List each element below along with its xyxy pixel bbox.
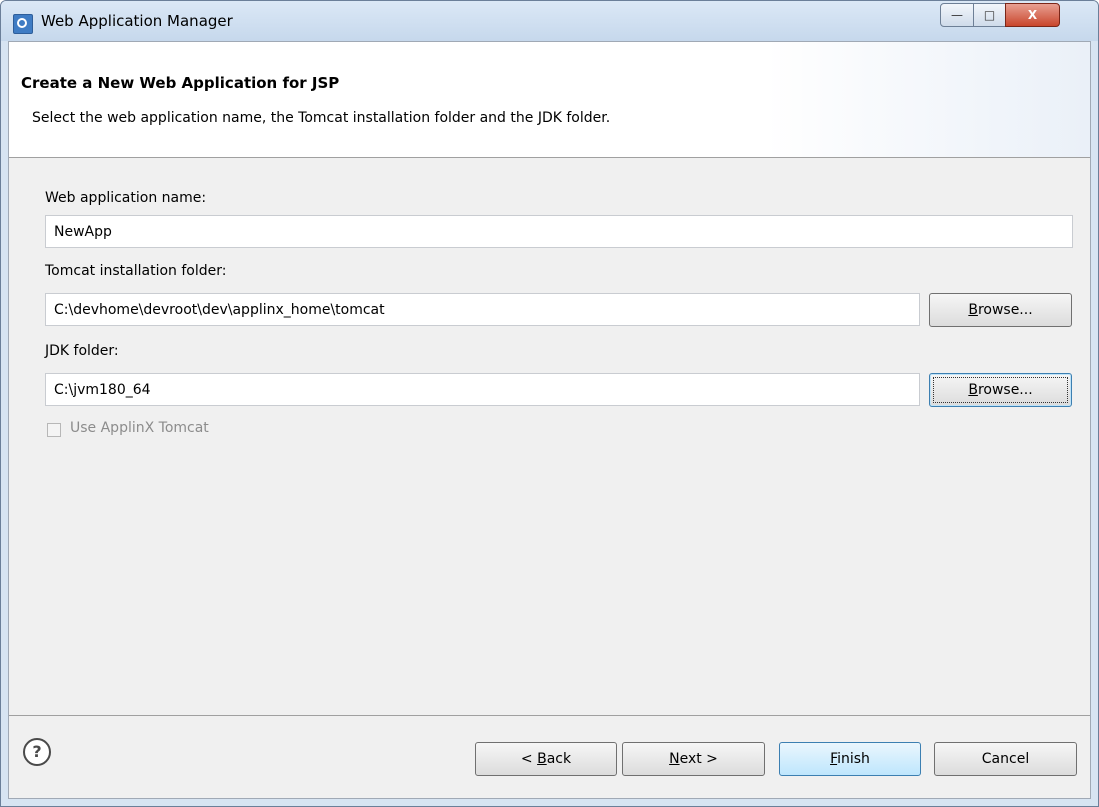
title-bar: Web Application Manager — □ X (1, 1, 1098, 41)
back-button[interactable]: < Back (475, 742, 617, 776)
wizard-header: Create a New Web Application for JSP Sel… (9, 42, 1090, 158)
browse-mnemonic: B (968, 302, 978, 318)
application-window: Web Application Manager — □ X Create a N… (0, 0, 1099, 807)
maximize-icon: □ (983, 8, 996, 22)
tomcat-folder-field[interactable] (45, 293, 920, 326)
finish-button[interactable]: Finish (779, 742, 921, 776)
minimize-button[interactable]: — (940, 3, 974, 27)
tomcat-folder-label: Tomcat installation folder: (45, 263, 227, 279)
minimize-icon: — (951, 8, 963, 22)
tomcat-browse-button[interactable]: Browse... (929, 293, 1072, 327)
window-title: Web Application Manager (41, 12, 233, 30)
browse-label: rowse... (977, 302, 1033, 318)
browse-label: rowse... (977, 382, 1033, 398)
dialog-client-area: Create a New Web Application for JSP Sel… (8, 41, 1091, 799)
close-icon: X (1027, 8, 1038, 22)
browse-mnemonic: B (968, 382, 978, 398)
footer-divider (9, 715, 1090, 716)
help-icon[interactable]: ? (23, 738, 51, 766)
page-title: Create a New Web Application for JSP (21, 74, 340, 92)
use-applinx-tomcat-label: Use ApplinX Tomcat (70, 420, 209, 436)
app-name-field[interactable] (45, 215, 1073, 248)
page-description: Select the web application name, the Tom… (32, 110, 611, 126)
app-icon (13, 14, 33, 34)
jdk-folder-label: JDK folder: (45, 343, 119, 359)
use-applinx-tomcat-checkbox[interactable] (47, 423, 61, 437)
cancel-button[interactable]: Cancel (934, 742, 1077, 776)
next-button[interactable]: Next > (622, 742, 765, 776)
jdk-folder-field[interactable] (45, 373, 920, 406)
app-name-label: Web application name: (45, 190, 207, 206)
close-button[interactable]: X (1005, 3, 1060, 27)
maximize-button[interactable]: □ (973, 3, 1006, 27)
jdk-browse-button[interactable]: Browse... (929, 373, 1072, 407)
